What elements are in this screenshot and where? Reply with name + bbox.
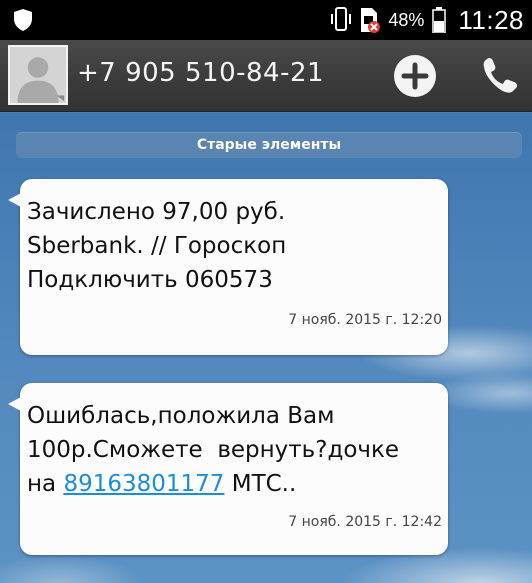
message-text-segment: МТС.. [224,471,297,497]
person-silhouette-icon [10,47,66,103]
message-line: Подключить 060573 [27,267,273,293]
sim-error-icon [361,8,381,33]
message-timestamp: 7 нояб. 2015 г. 12:20 [288,312,442,328]
vibrate-icon [331,7,352,31]
shield-icon [14,9,32,31]
battery-percent: 48% [388,9,425,30]
message-list[interactable]: Старые элементы Зачислено 97,00 руб. Sbe… [0,113,532,583]
message-line: Sberbank. // Гороскоп [27,233,287,259]
older-items-button[interactable]: Старые элементы [16,132,522,158]
message-text: Ошиблась,положила Вам 100р.Сможете верну… [27,399,443,501]
message-text: Зачислено 97,00 руб. Sberbank. // Гороск… [27,195,443,297]
conversation-header: +7 905 510-84-21 [0,40,532,112]
status-icons: 48% 11:28 [330,0,524,40]
status-time: 11:28 [458,4,524,35]
message-bubble[interactable]: Ошиблась,положила Вам 100р.Сможете верну… [8,383,448,555]
message-line: Зачислено 97,00 руб. [27,199,286,225]
call-button[interactable] [478,53,518,97]
message-bubble[interactable]: Зачислено 97,00 руб. Sberbank. // Гороск… [8,179,448,355]
phone-number-link[interactable]: 89163801177 [63,471,224,497]
phone-icon [483,57,518,93]
battery-icon [432,7,447,33]
message-timestamp: 7 нояб. 2015 г. 12:42 [288,514,442,530]
add-contact-button[interactable] [394,55,436,97]
message-line: на 89163801177 МТС.. [27,467,443,501]
contact-phone-number: +7 905 510-84-21 [77,58,325,88]
status-bar: 48% 11:28 [0,0,532,40]
message-line: Ошиблась,положила Вам [27,403,335,429]
message-text-segment: на [27,471,64,497]
message-line: 100р.Сможете вернуть?дочке [27,437,400,463]
contact-avatar[interactable] [8,45,68,105]
